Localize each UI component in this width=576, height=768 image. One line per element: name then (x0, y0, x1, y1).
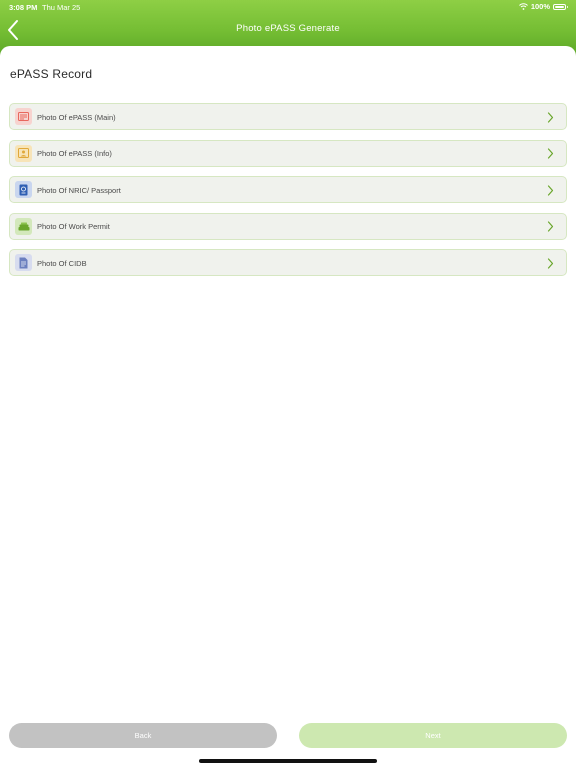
list-item-work-permit[interactable]: Photo Of Work Permit (9, 212, 567, 240)
list-item-cidb[interactable]: Photo Of CIDB (9, 249, 567, 276)
list-item-label: Photo Of Work Permit (37, 222, 110, 231)
list-item-label: Photo Of ePASS (Info) (37, 149, 112, 158)
screen: 3:08 PM Thu Mar 25 100% Photo ePASS Gene… (0, 0, 576, 768)
chevron-right-icon (547, 257, 554, 269)
list-item-label: Photo Of CIDB (37, 258, 87, 268)
status-time: 3:08 PM (9, 3, 38, 12)
battery-icon (553, 3, 568, 10)
list-item-label: Photo Of NRIC/ Passport (37, 185, 121, 195)
page-title: Photo ePASS Generate (236, 23, 340, 34)
content-card: ePASS Record Photo Of ePASS (Main) Photo… (0, 46, 576, 768)
cidb-document-icon (15, 254, 32, 271)
passport-icon (15, 181, 32, 198)
status-indicators: 100% (518, 2, 568, 11)
list-item-epass-info[interactable]: Photo Of ePASS (Info) (9, 139, 567, 167)
list-item-nric-passport[interactable]: Photo Of NRIC/ Passport (9, 176, 567, 203)
list-item-epass-main[interactable]: Photo Of ePASS (Main) (9, 103, 567, 130)
chevron-right-icon (547, 148, 554, 159)
epass-main-icon (15, 108, 32, 125)
chevron-right-icon (547, 221, 554, 232)
next-button[interactable]: Next (299, 723, 567, 748)
status-date: Thu Mar 25 (42, 3, 81, 12)
back-button[interactable]: Back (9, 723, 277, 748)
work-permit-icon (15, 217, 32, 235)
epass-info-icon (15, 144, 32, 162)
epass-record-list: Photo Of ePASS (Main) Photo Of ePASS (In… (9, 103, 567, 286)
chevron-right-icon (547, 111, 554, 123)
status-bar: 3:08 PM Thu Mar 25 100% (0, 0, 576, 14)
battery-percentage: 100% (530, 2, 550, 11)
chevron-right-icon (547, 184, 554, 196)
wifi-icon (518, 3, 528, 10)
section-title: ePASS Record (10, 67, 93, 81)
list-item-label: Photo Of ePASS (Main) (37, 112, 116, 122)
home-indicator (199, 759, 377, 763)
